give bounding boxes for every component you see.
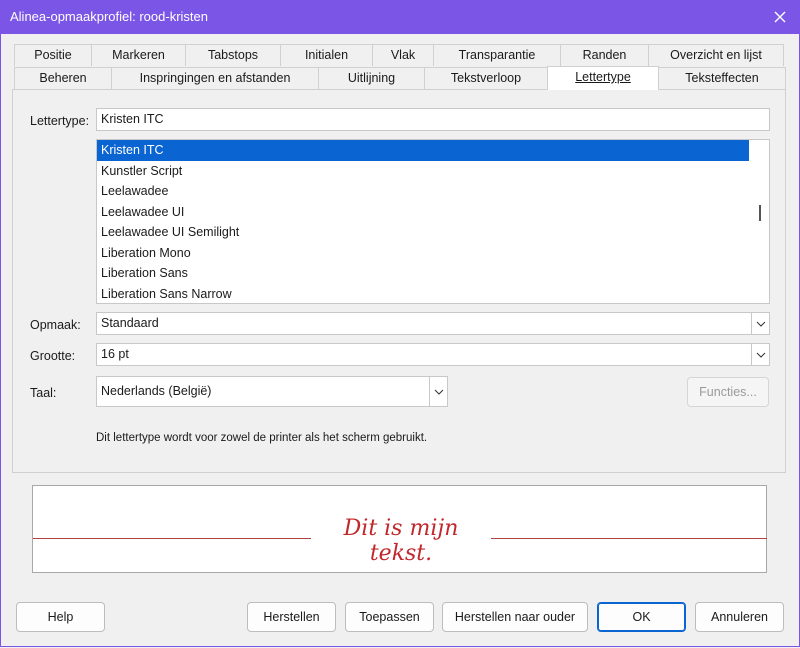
font-list-item[interactable]: Leelawadee UI: [97, 202, 749, 223]
font-list-scrollbar[interactable]: [751, 140, 769, 303]
language-label: Taal:: [30, 386, 57, 400]
tab-row-1: Positie Markeren Tabstops Initialen Vlak…: [14, 44, 784, 67]
tab-initialen[interactable]: Initialen: [280, 44, 373, 66]
font-list-item[interactable]: Kunstler Script: [97, 161, 749, 182]
language-dropdown-button[interactable]: [429, 377, 447, 406]
style-dropdown-button[interactable]: [751, 313, 769, 334]
font-list-item[interactable]: Liberation Sans Narrow: [97, 284, 749, 304]
tab-tekstverloop[interactable]: Tekstverloop: [424, 67, 548, 89]
reset-to-parent-button[interactable]: Herstellen naar ouder: [442, 602, 588, 632]
ok-button[interactable]: OK: [597, 602, 686, 632]
language-value: Nederlands (België): [101, 384, 212, 398]
size-combobox[interactable]: 16 pt: [96, 343, 770, 366]
font-list-item[interactable]: Leelawadee UI Semilight: [97, 222, 749, 243]
title-bar: Alinea-opmaakprofiel: rood-kristen: [0, 0, 800, 34]
font-info-text: Dit lettertype wordt voor zowel de print…: [96, 432, 428, 444]
cancel-button[interactable]: Annuleren: [695, 602, 784, 632]
chevron-down-icon: [756, 352, 765, 358]
tab-markeren[interactable]: Markeren: [91, 44, 186, 66]
style-value: Standaard: [101, 316, 159, 330]
tab-overzicht-en-lijst[interactable]: Overzicht en lijst: [648, 44, 784, 66]
font-list-item[interactable]: Liberation Sans: [97, 263, 749, 284]
tab-beheren[interactable]: Beheren: [14, 67, 112, 89]
font-list-item[interactable]: Liberation Mono: [97, 243, 749, 264]
preview-area: Dit is mijn tekst.: [32, 485, 767, 573]
tab-lettertype[interactable]: Lettertype: [547, 66, 659, 90]
close-icon: [774, 11, 786, 23]
preview-baseline-right: [491, 538, 767, 539]
window-title: Alinea-opmaakprofiel: rood-kristen: [10, 9, 208, 24]
tab-inspringingen-en-afstanden[interactable]: Inspringingen en afstanden: [111, 67, 319, 89]
tab-transparantie[interactable]: Transparantie: [433, 44, 561, 66]
language-combobox[interactable]: Nederlands (België): [96, 376, 448, 407]
style-label: Opmaak:: [30, 318, 81, 332]
scrollbar-thumb[interactable]: [759, 205, 761, 221]
preview-text: Dit is mijn tekst.: [343, 516, 459, 566]
font-list-item[interactable]: Kristen ITC: [97, 140, 749, 161]
tab-randen[interactable]: Randen: [560, 44, 649, 66]
size-value: 16 pt: [101, 347, 129, 361]
tab-row-2: Beheren Inspringingen en afstanden Uitli…: [14, 66, 786, 90]
tab-teksteffecten[interactable]: Teksteffecten: [658, 67, 786, 89]
help-button[interactable]: Help: [16, 602, 105, 632]
preview-baseline-left: [33, 538, 311, 539]
font-list-item[interactable]: Leelawadee: [97, 181, 749, 202]
tab-uitlijning[interactable]: Uitlijning: [318, 67, 425, 89]
tab-vlak[interactable]: Vlak: [372, 44, 434, 66]
tab-positie[interactable]: Positie: [14, 44, 92, 66]
size-dropdown-button[interactable]: [751, 344, 769, 365]
close-button[interactable]: [760, 0, 800, 34]
size-label: Grootte:: [30, 349, 76, 363]
font-name-input[interactable]: Kristen ITC: [96, 108, 770, 131]
reset-button[interactable]: Herstellen: [247, 602, 336, 632]
font-list[interactable]: Kristen ITC Kunstler Script Leelawadee Leel…: [96, 139, 770, 304]
style-combobox[interactable]: Standaard: [96, 312, 770, 335]
tab-tabstops[interactable]: Tabstops: [185, 44, 281, 66]
features-button[interactable]: Functies...: [687, 377, 769, 407]
font-label: Lettertype:: [30, 114, 90, 128]
chevron-down-icon: [434, 389, 443, 395]
apply-button[interactable]: Toepassen: [345, 602, 434, 632]
chevron-down-icon: [756, 321, 765, 327]
